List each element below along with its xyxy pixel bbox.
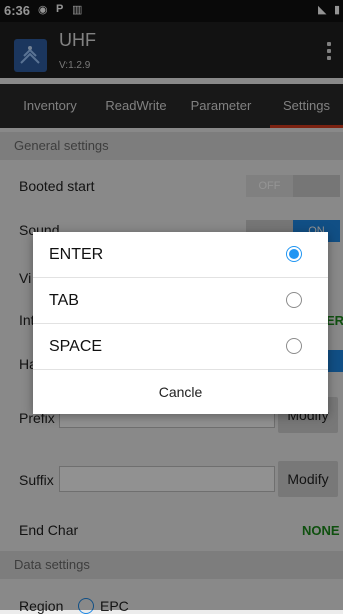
option-tab-radio-icon[interactable] [286, 292, 302, 308]
option-enter-radio-icon[interactable] [286, 246, 302, 262]
option-enter-label: ENTER [49, 246, 104, 263]
option-space-radio-icon[interactable] [286, 338, 302, 354]
option-tab-label: TAB [49, 292, 79, 309]
option-tab[interactable]: TAB [33, 278, 328, 324]
option-space[interactable]: SPACE [33, 324, 328, 370]
end-char-dialog: ENTER TAB SPACE Cancle [33, 232, 328, 414]
option-enter[interactable]: ENTER [33, 232, 328, 278]
cancel-button[interactable]: Cancle [33, 370, 328, 414]
option-space-label: SPACE [49, 338, 103, 355]
